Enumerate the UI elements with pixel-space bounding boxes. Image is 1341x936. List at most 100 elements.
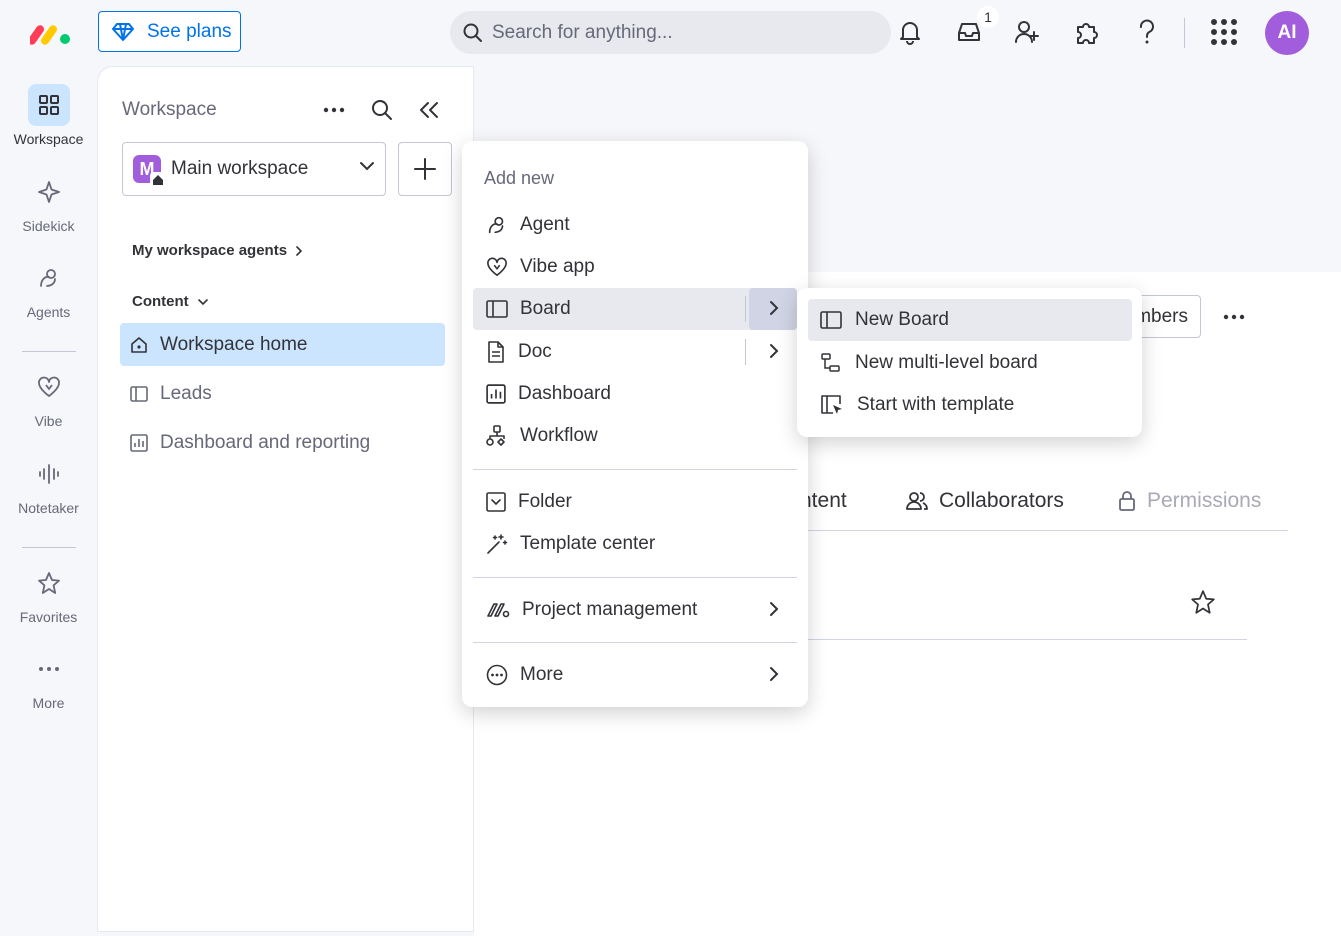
- menu-item-project-management[interactable]: Project management: [473, 589, 797, 631]
- menu-divider: [473, 642, 797, 643]
- search-placeholder: Search for anything...: [492, 21, 673, 43]
- menu-divider: [473, 469, 797, 470]
- menu-item-label: Workflow: [520, 425, 598, 446]
- content-label: Content: [132, 293, 189, 310]
- nav-item-workspace-home[interactable]: Workspace home: [120, 323, 445, 366]
- workspace-logo: M: [133, 155, 166, 188]
- inbox-badge: 1: [977, 6, 999, 28]
- add-new-button[interactable]: [398, 142, 452, 196]
- help-icon[interactable]: [1131, 16, 1163, 48]
- chevron-right-icon: [769, 666, 779, 682]
- chevron-right-icon: [295, 245, 303, 257]
- nav-item-leads[interactable]: Leads: [120, 372, 445, 415]
- menu-item-folder[interactable]: Folder: [473, 481, 797, 523]
- nav-item-label: Leads: [160, 382, 212, 404]
- workspace-name: Main workspace: [171, 158, 309, 179]
- search-icon[interactable]: [366, 94, 398, 126]
- menu-divider: [473, 577, 797, 578]
- rail-item-notetaker[interactable]: Notetaker: [0, 453, 97, 516]
- menu-title: Add new: [484, 168, 555, 188]
- dashboard-icon: [130, 433, 148, 452]
- see-plans-label: See plans: [147, 20, 232, 42]
- multi-level-board-icon: [820, 353, 842, 373]
- chevron-down-icon: [197, 298, 209, 306]
- panel-title: Workspace: [122, 99, 217, 120]
- rail-item-agents[interactable]: Agents: [0, 257, 97, 320]
- rail-label: More: [32, 695, 65, 711]
- submenu-item-multi-level-board[interactable]: New multi-level board: [808, 342, 1132, 384]
- menu-item-agent[interactable]: Agent: [473, 204, 797, 246]
- rail-label: Sidekick: [22, 218, 75, 234]
- chevron-right-icon: [769, 300, 779, 316]
- menu-item-more[interactable]: More: [473, 654, 797, 696]
- tab-permissions[interactable]: Permissions: [1117, 489, 1261, 513]
- submenu-item-label: New Board: [855, 309, 949, 330]
- puzzle-icon[interactable]: [1071, 16, 1103, 48]
- diamond-icon: [112, 22, 134, 42]
- bell-icon[interactable]: [894, 16, 926, 48]
- workspace-panel: Workspace M Main workspace My workspace …: [97, 66, 474, 932]
- see-plans-button[interactable]: See plans: [98, 11, 241, 52]
- board-icon: [486, 300, 508, 318]
- folder-icon: [486, 492, 506, 512]
- nav-item-label: Workspace home: [160, 333, 308, 355]
- nav-item-dashboard[interactable]: Dashboard and reporting: [120, 421, 445, 464]
- submenu-item-label: New multi-level board: [855, 352, 1038, 373]
- heart-icon: [486, 257, 508, 277]
- invite-user-icon[interactable]: [1011, 16, 1043, 48]
- monday-logo[interactable]: [30, 20, 74, 46]
- people-icon: [905, 491, 929, 511]
- menu-item-template-center[interactable]: Template center: [473, 523, 797, 565]
- rail-item-more[interactable]: More: [0, 648, 97, 711]
- more-circle-icon: [486, 664, 508, 686]
- avatar[interactable]: AI: [1265, 11, 1309, 55]
- rail-item-vibe[interactable]: Vibe: [0, 366, 97, 429]
- chevron-right-icon[interactable]: [769, 343, 779, 359]
- star-icon[interactable]: [1190, 589, 1218, 617]
- agent-icon: [486, 214, 508, 236]
- menu-item-label: Doc: [518, 341, 552, 362]
- rail-label: Workspace: [13, 131, 84, 147]
- sparkle-icon: [28, 171, 70, 213]
- apps-grid-icon[interactable]: [1208, 16, 1240, 48]
- plus-icon: [413, 157, 437, 181]
- submenu-item-new-board[interactable]: New Board: [808, 299, 1132, 341]
- menu-item-label: Dashboard: [518, 383, 611, 404]
- tab-collaborators[interactable]: Collaborators: [905, 489, 1064, 513]
- workspace-agents-link[interactable]: My workspace agents: [132, 242, 303, 259]
- top-bar: See plans Search for anything... 1 AI: [0, 0, 1341, 66]
- home-icon: [130, 336, 148, 354]
- grid-icon: [27, 84, 70, 126]
- row-divider: [800, 639, 1247, 640]
- waveform-icon: [28, 453, 70, 495]
- rail-item-favorites[interactable]: Favorites: [0, 562, 97, 625]
- collapse-icon[interactable]: [413, 94, 445, 126]
- left-rail: Workspace Sidekick Agents Vibe Notetaker…: [0, 66, 97, 936]
- more-options-icon[interactable]: [1218, 301, 1250, 333]
- submenu-item-start-with-template[interactable]: Start with template: [808, 384, 1132, 426]
- menu-item-label: Board: [520, 298, 571, 319]
- menu-item-dashboard[interactable]: Dashboard: [473, 373, 797, 415]
- menu-item-workflow[interactable]: Workflow: [473, 415, 797, 457]
- rail-item-workspace[interactable]: Workspace: [0, 84, 97, 147]
- lock-icon: [1117, 490, 1137, 512]
- search-bar[interactable]: Search for anything...: [450, 11, 891, 54]
- divider: [1184, 18, 1185, 48]
- content-section-toggle[interactable]: Content: [132, 293, 209, 310]
- nav-item-label: Dashboard and reporting: [160, 431, 371, 453]
- menu-item-board[interactable]: Board: [473, 288, 797, 330]
- board-submenu: New Board New multi-level board Start wi…: [797, 288, 1142, 437]
- workspace-selector[interactable]: M Main workspace: [122, 142, 386, 196]
- rail-label: Favorites: [19, 609, 78, 625]
- menu-item-label: Vibe app: [520, 256, 595, 277]
- submenu-item-label: Start with template: [857, 394, 1015, 415]
- more-options-icon[interactable]: [318, 94, 350, 126]
- agent-icon: [28, 257, 70, 299]
- menu-item-doc[interactable]: Doc: [473, 331, 797, 373]
- rail-item-sidekick[interactable]: Sidekick: [0, 171, 97, 234]
- rail-label: Notetaker: [18, 500, 79, 516]
- tab-label: Collaborators: [939, 489, 1064, 512]
- divider: [745, 296, 746, 322]
- menu-item-vibe-app[interactable]: Vibe app: [473, 246, 797, 288]
- magic-wand-icon: [486, 533, 508, 555]
